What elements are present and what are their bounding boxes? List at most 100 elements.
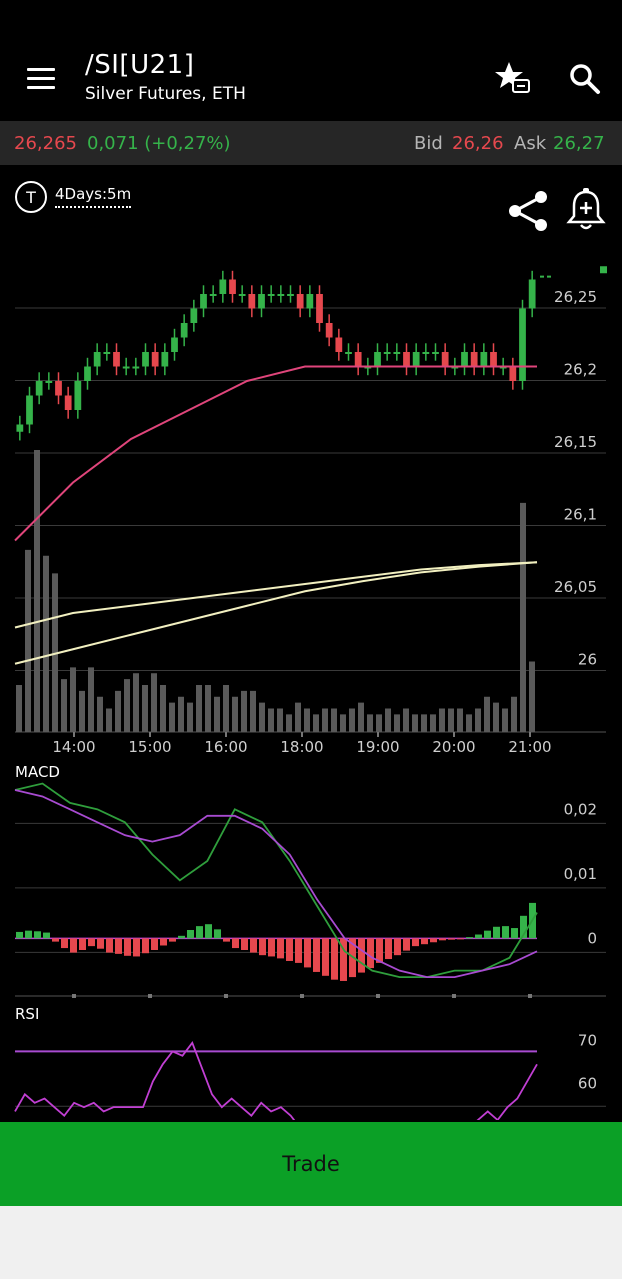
bottom-area xyxy=(0,1206,622,1279)
rsi-line xyxy=(14,1041,538,1120)
volume-bar xyxy=(169,702,175,732)
macd-histogram-bar xyxy=(25,930,32,939)
volume-bars xyxy=(16,450,535,732)
macd-histogram-bar xyxy=(124,938,131,956)
time-tick-label: 15:00 xyxy=(128,738,171,756)
time-tick-label: 20:00 xyxy=(432,738,475,756)
volume-bar xyxy=(340,714,346,732)
moving-average-cream-2 xyxy=(14,561,538,665)
volume-bar xyxy=(295,702,301,732)
price-chart[interactable]: 26,25 26,2 26,15 26,1 26,05 26 14:00 15:00 16:0… xyxy=(0,240,622,1120)
ask-price: 26,27 xyxy=(553,133,605,154)
macd-histogram-bar xyxy=(394,938,401,956)
candle-body xyxy=(229,279,236,294)
macd-histogram-bar xyxy=(484,930,491,939)
macd-histogram-bar xyxy=(250,938,257,953)
volume-bar xyxy=(421,714,427,732)
volume-bar xyxy=(43,555,49,732)
app-header: /SI[U21] Silver Futures, ETH xyxy=(0,0,622,120)
volume-bar xyxy=(394,714,400,732)
candle-body xyxy=(248,294,256,309)
macd-time-tick xyxy=(224,994,228,998)
rsi-panel: 70 60 xyxy=(14,1031,606,1120)
macd-panel: 0,02 0,01 0 xyxy=(14,782,606,998)
timeframe-icon-letter: T xyxy=(25,188,36,207)
macd-histogram-bar xyxy=(475,934,482,939)
macd-histogram-bar xyxy=(466,937,473,939)
rsi-tick-label: 60 xyxy=(578,1074,597,1092)
favorite-list-icon[interactable] xyxy=(494,60,532,96)
macd-histogram-bar xyxy=(214,929,221,939)
volume-bar xyxy=(241,690,247,732)
candle-body xyxy=(509,366,517,381)
macd-histogram-bar xyxy=(79,938,86,950)
bid-label: Bid xyxy=(414,133,443,154)
volume-bar xyxy=(439,708,445,732)
macd-histogram-bar xyxy=(52,938,59,942)
macd-histogram-bar xyxy=(511,928,518,939)
candle-body xyxy=(219,279,227,294)
candle-body xyxy=(122,366,130,369)
candle-body xyxy=(74,381,82,410)
share-icon[interactable] xyxy=(506,189,552,235)
macd-histogram-bar xyxy=(331,938,338,980)
menu-icon[interactable] xyxy=(27,68,57,90)
candle-body xyxy=(200,294,207,309)
volume-bar xyxy=(214,696,220,732)
macd-histogram-bar xyxy=(403,938,410,951)
trade-button[interactable]: Trade xyxy=(0,1122,622,1206)
symbol-title: /SI[U21] xyxy=(85,50,195,80)
macd-histogram-bar xyxy=(367,938,374,969)
macd-histogram-bar xyxy=(268,938,275,957)
macd-histogram-bar xyxy=(169,938,176,942)
price-tick-label: 26,2 xyxy=(564,361,597,379)
macd-histogram-bar xyxy=(412,938,419,947)
volume-bar xyxy=(286,714,292,732)
add-alert-icon[interactable] xyxy=(566,188,606,232)
price-axis: 26,25 26,2 26,15 26,1 26,05 26 xyxy=(554,288,597,669)
volume-bar xyxy=(187,702,193,732)
volume-bar xyxy=(475,708,481,732)
volume-bar xyxy=(484,696,490,732)
candle-body xyxy=(151,352,159,367)
candle-body xyxy=(412,352,420,367)
macd-histogram-bar xyxy=(241,938,248,950)
volume-bar xyxy=(304,708,310,732)
time-tick-label: 14:00 xyxy=(52,738,95,756)
macd-histogram-bar xyxy=(142,938,149,954)
candle-body xyxy=(393,352,401,354)
macd-histogram-bar xyxy=(187,930,194,939)
candle-body xyxy=(267,294,275,296)
rsi-tick-label: 70 xyxy=(578,1031,597,1049)
macd-signal-line xyxy=(14,789,538,978)
volume-bar xyxy=(97,696,103,732)
candle-body xyxy=(432,352,439,354)
volume-bar xyxy=(160,685,166,732)
candle-body xyxy=(287,294,294,296)
macd-histogram-bar xyxy=(439,938,446,941)
volume-bar xyxy=(322,708,328,732)
candlesticks xyxy=(16,266,607,441)
macd-histogram-bar xyxy=(97,938,104,949)
volume-bar xyxy=(70,667,76,732)
rsi-label: RSI xyxy=(15,1005,40,1023)
macd-histogram-bar xyxy=(421,938,428,945)
macd-tick-label: 0,01 xyxy=(564,865,597,883)
bid-price: 26,26 xyxy=(452,133,504,154)
macd-histogram-bar xyxy=(133,938,140,957)
macd-histogram-bar xyxy=(457,938,464,940)
timeframe-icon[interactable]: T xyxy=(14,180,48,218)
macd-histogram-bar xyxy=(304,938,311,968)
candle-body xyxy=(209,294,217,296)
macd-time-tick xyxy=(376,994,380,998)
volume-bar xyxy=(358,702,364,732)
timeframe-selector[interactable]: 4Days:5m xyxy=(55,185,132,208)
macd-histogram-bar xyxy=(502,926,509,939)
candle-body xyxy=(238,294,246,296)
volume-bar xyxy=(529,661,535,732)
volume-bar xyxy=(349,708,355,732)
volume-bar xyxy=(25,549,31,732)
volume-bar xyxy=(124,679,130,732)
search-icon[interactable] xyxy=(568,62,602,96)
volume-bar xyxy=(142,685,148,732)
